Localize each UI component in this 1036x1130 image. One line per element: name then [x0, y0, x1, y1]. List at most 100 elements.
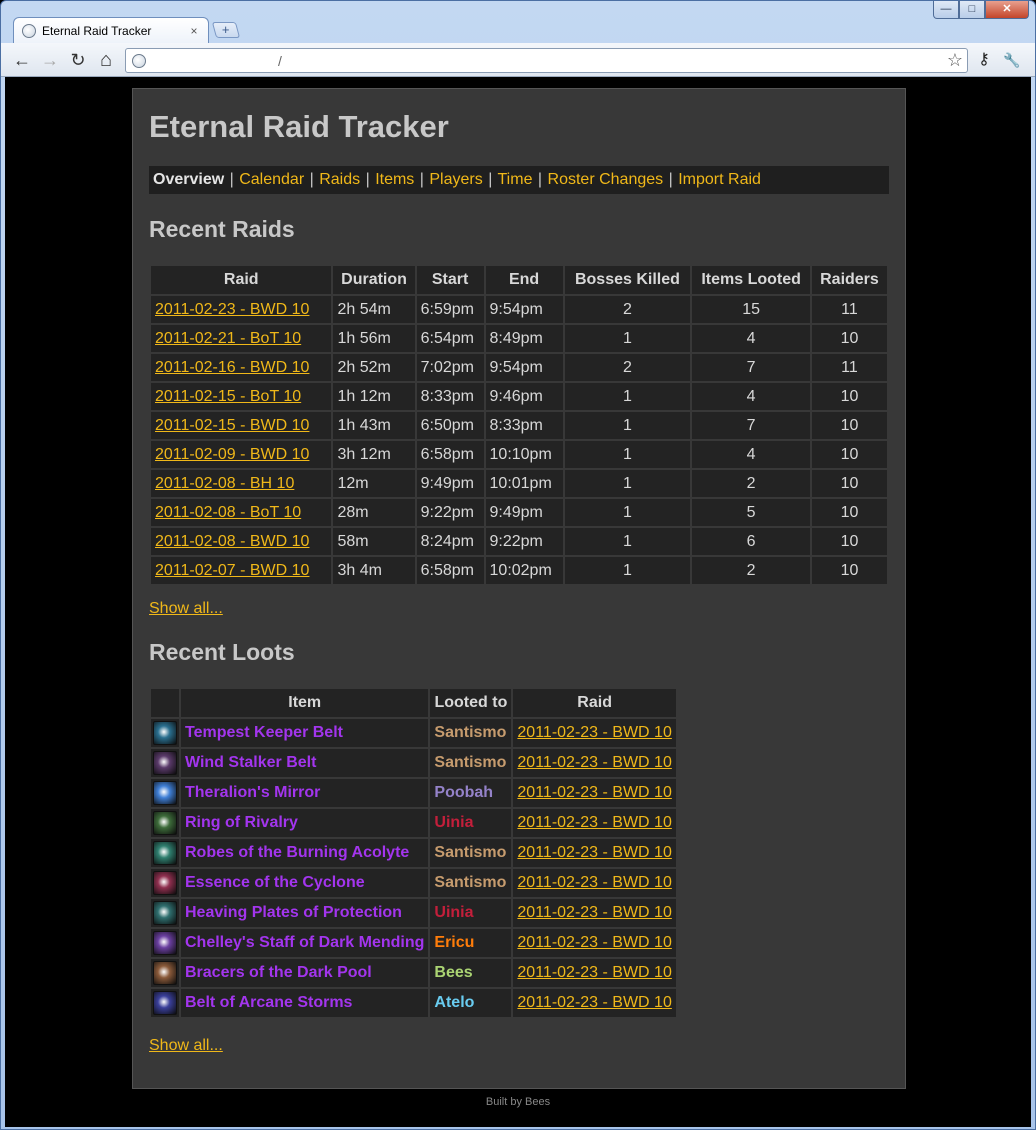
- raid-link[interactable]: 2011-02-23 - BWD 10: [155, 301, 309, 318]
- raid-link[interactable]: 2011-02-23 - BWD 10: [517, 994, 671, 1011]
- essence-icon[interactable]: [153, 871, 177, 895]
- item-link[interactable]: Heaving Plates of Protection: [185, 904, 402, 921]
- raid-link[interactable]: 2011-02-15 - BoT 10: [155, 388, 301, 405]
- item-link[interactable]: Robes of the Burning Acolyte: [185, 844, 409, 861]
- item-link[interactable]: Bracers of the Dark Pool: [185, 964, 372, 981]
- home-icon[interactable]: ⌂: [95, 49, 117, 71]
- item-link[interactable]: Essence of the Cyclone: [185, 874, 365, 891]
- table-row: 2011-02-08 - BH 10 12m 9:49pm 10:01pm 1 2 10: [151, 470, 887, 497]
- forward-arrow-icon[interactable]: →: [39, 49, 61, 71]
- column-header-item: Item: [181, 689, 429, 717]
- close-window-button[interactable]: ✕: [985, 1, 1029, 19]
- player-link[interactable]: Poobah: [434, 784, 493, 801]
- show-all-raids-link[interactable]: Show all...: [149, 600, 889, 620]
- looted-to-cell: Uinia: [430, 809, 512, 837]
- player-link[interactable]: Uinia: [434, 904, 473, 921]
- page-menu-icon[interactable]: ⚷: [973, 49, 995, 71]
- address-bar[interactable]: / ☆: [125, 48, 968, 73]
- duration-cell: 1h 56m: [333, 325, 415, 352]
- bracers-icon[interactable]: [153, 961, 177, 985]
- raid-link[interactable]: 2011-02-23 - BWD 10: [517, 754, 671, 771]
- nav-item-roster-changes[interactable]: Roster Changes: [548, 171, 664, 188]
- bosses-killed-cell: 1: [564, 470, 691, 497]
- back-arrow-icon[interactable]: ←: [11, 49, 33, 71]
- show-all-loots-link[interactable]: Show all...: [149, 1037, 889, 1057]
- nav-separator: |: [309, 171, 314, 188]
- column-header-looted-to: Looted to: [430, 689, 512, 717]
- ring-icon[interactable]: [153, 811, 177, 835]
- globe-icon: [132, 54, 146, 68]
- raid-link[interactable]: 2011-02-23 - BWD 10: [517, 784, 671, 801]
- raid-link[interactable]: 2011-02-23 - BWD 10: [517, 844, 671, 861]
- new-tab-button[interactable]: +: [211, 22, 241, 38]
- raid-link[interactable]: 2011-02-23 - BWD 10: [517, 964, 671, 981]
- nav-item-items[interactable]: Items: [375, 171, 414, 188]
- raid-link[interactable]: 2011-02-23 - BWD 10: [517, 814, 671, 831]
- tab-title: Eternal Raid Tracker: [42, 23, 152, 38]
- item-link[interactable]: Wind Stalker Belt: [185, 754, 316, 771]
- item-icon-cell: [151, 809, 179, 837]
- raid-link[interactable]: 2011-02-23 - BWD 10: [517, 904, 671, 921]
- start-cell: 6:58pm: [416, 557, 484, 584]
- table-row: Ring of Rivalry Uinia 2011-02-23 - BWD 10: [151, 809, 676, 837]
- item-link[interactable]: Ring of Rivalry: [185, 814, 298, 831]
- reload-icon[interactable]: ↻: [67, 49, 89, 71]
- raid-link[interactable]: 2011-02-21 - BoT 10: [155, 330, 301, 347]
- minimize-button[interactable]: —: [933, 1, 959, 19]
- start-cell: 6:58pm: [416, 441, 484, 468]
- player-link[interactable]: Uinia: [434, 814, 473, 831]
- star-icon[interactable]: ☆: [947, 50, 963, 71]
- raid-link[interactable]: 2011-02-08 - BoT 10: [155, 504, 301, 521]
- column-header-end: End: [485, 266, 563, 294]
- nav-item-time[interactable]: Time: [498, 171, 533, 188]
- player-link[interactable]: Santismo: [434, 724, 506, 741]
- item-link[interactable]: Belt of Arcane Storms: [185, 994, 352, 1011]
- staff-icon[interactable]: [153, 931, 177, 955]
- browser-tab[interactable]: Eternal Raid Tracker ×: [13, 17, 209, 43]
- raid-link[interactable]: 2011-02-08 - BH 10: [155, 475, 294, 492]
- player-link[interactable]: Bees: [434, 964, 472, 981]
- item-link[interactable]: Chelley's Staff of Dark Mending: [185, 934, 424, 951]
- recent-loots-table: Item Looted to Raid Tempest Keeper Belt S…: [149, 687, 678, 1019]
- arcane-belt-icon[interactable]: [153, 991, 177, 1015]
- nav-item-players[interactable]: Players: [429, 171, 482, 188]
- player-link[interactable]: Santismo: [434, 844, 506, 861]
- maximize-button[interactable]: □: [959, 1, 985, 19]
- raid-link[interactable]: 2011-02-08 - BWD 10: [155, 533, 309, 550]
- raid-link[interactable]: 2011-02-23 - BWD 10: [517, 724, 671, 741]
- raid-link[interactable]: 2011-02-07 - BWD 10: [155, 562, 309, 579]
- start-cell: 8:33pm: [416, 383, 484, 410]
- item-cell: Heaving Plates of Protection: [181, 899, 429, 927]
- nav-item-calendar[interactable]: Calendar: [239, 171, 304, 188]
- nav-item-import-raid[interactable]: Import Raid: [678, 171, 761, 188]
- window-controls: — □ ✕: [933, 1, 1029, 19]
- bosses-killed-cell: 2: [564, 354, 691, 381]
- player-link[interactable]: Santismo: [434, 754, 506, 771]
- table-header-row: Item Looted to Raid: [151, 689, 676, 717]
- raid-link[interactable]: 2011-02-09 - BWD 10: [155, 446, 309, 463]
- wrench-icon[interactable]: 🔧: [1001, 49, 1023, 71]
- player-link[interactable]: Atelo: [434, 994, 474, 1011]
- player-link[interactable]: Ericu: [434, 934, 474, 951]
- table-row: Robes of the Burning Acolyte Santismo 2011…: [151, 839, 676, 867]
- raid-link[interactable]: 2011-02-15 - BWD 10: [155, 417, 309, 434]
- nav-item-raids[interactable]: Raids: [319, 171, 360, 188]
- close-tab-icon[interactable]: ×: [188, 24, 200, 38]
- raid-link[interactable]: 2011-02-16 - BWD 10: [155, 359, 309, 376]
- raid-link[interactable]: 2011-02-23 - BWD 10: [517, 934, 671, 951]
- item-link[interactable]: Tempest Keeper Belt: [185, 724, 343, 741]
- belt-icon[interactable]: [153, 721, 177, 745]
- raid-cell: 2011-02-23 - BWD 10: [513, 989, 676, 1017]
- orb-icon[interactable]: [153, 781, 177, 805]
- looted-to-cell: Poobah: [430, 779, 512, 807]
- raid-cell: 2011-02-07 - BWD 10: [151, 557, 332, 584]
- browser-window: Eternal Raid Tracker × + — □ ✕ ← → ↻ ⌂ /…: [0, 0, 1036, 1130]
- robe-icon[interactable]: [153, 841, 177, 865]
- end-cell: 10:01pm: [485, 470, 563, 497]
- raid-link[interactable]: 2011-02-23 - BWD 10: [517, 874, 671, 891]
- eye-belt-icon[interactable]: [153, 751, 177, 775]
- chest-icon[interactable]: [153, 901, 177, 925]
- raid-cell: 2011-02-23 - BWD 10: [513, 929, 676, 957]
- player-link[interactable]: Santismo: [434, 874, 506, 891]
- item-link[interactable]: Theralion's Mirror: [185, 784, 320, 801]
